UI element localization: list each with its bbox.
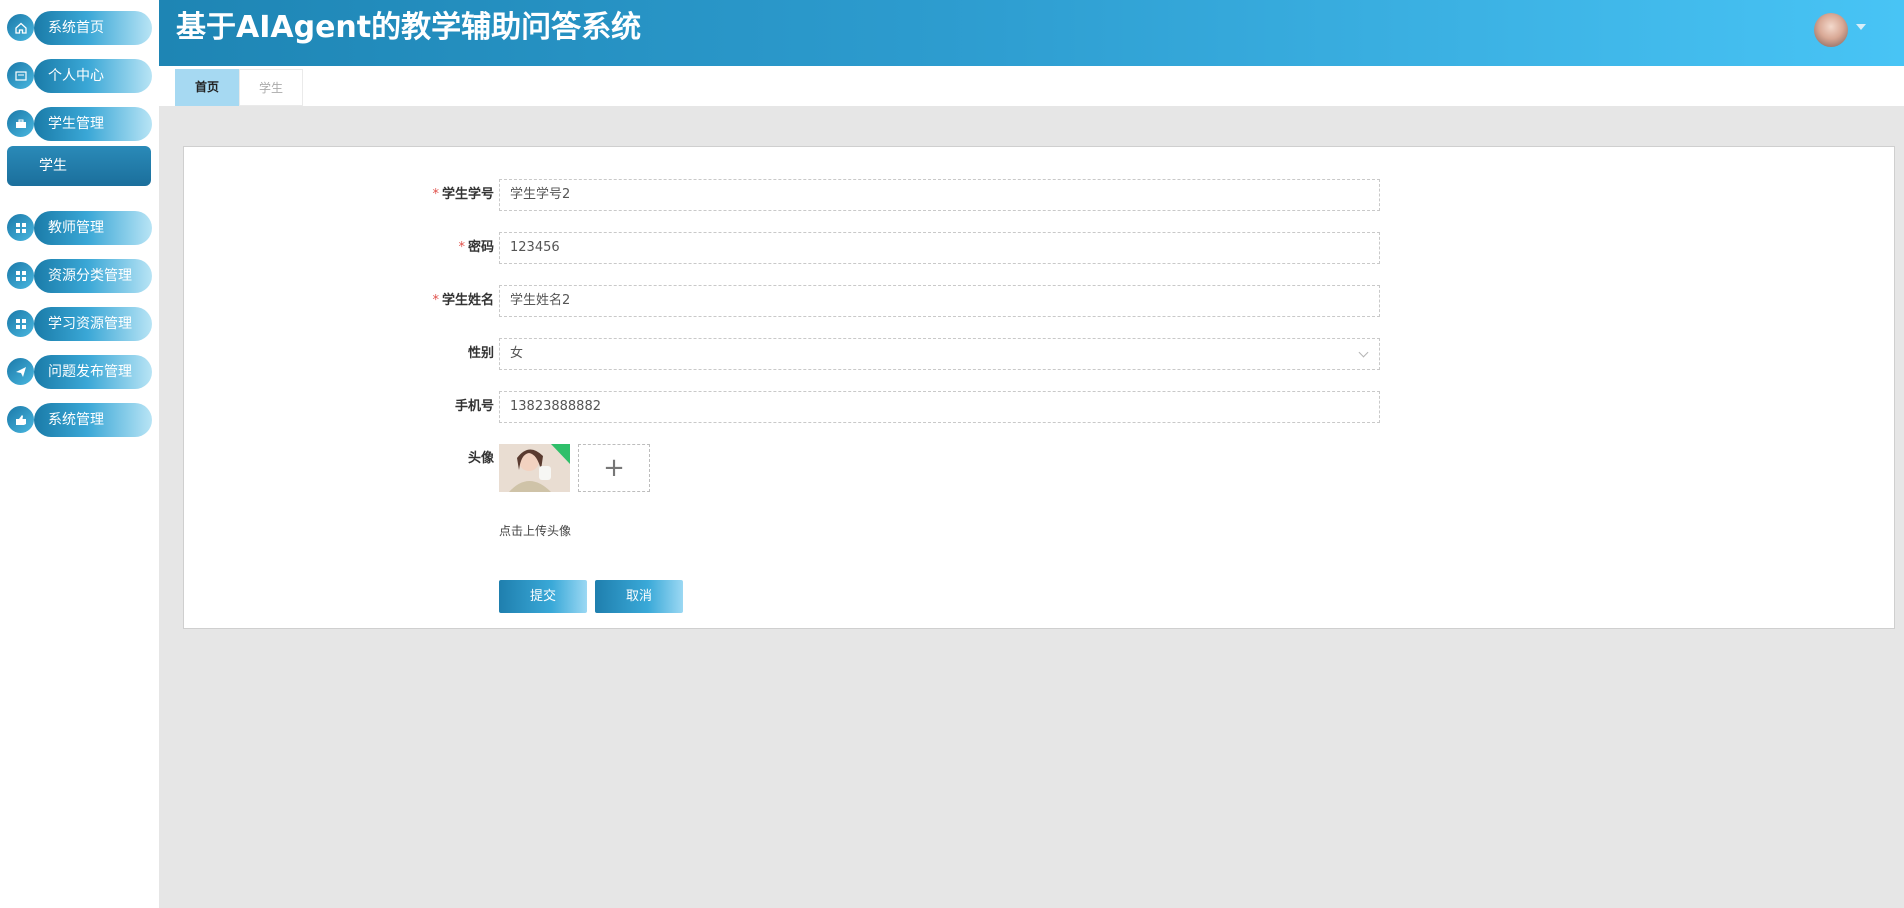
grid-icon <box>7 214 34 241</box>
password-input[interactable]: 123456 <box>499 232 1380 264</box>
student-id-input[interactable]: 学生学号2 <box>499 179 1380 211</box>
submit-button[interactable]: 提交 <box>499 580 587 613</box>
sidebar-item-label: 系统管理 <box>34 403 152 437</box>
gender-select-value: 女 <box>510 346 524 361</box>
tab-student[interactable]: 学生 <box>239 69 303 106</box>
home-icon <box>7 14 34 41</box>
user-avatar[interactable] <box>1814 13 1848 47</box>
password-label: * 密码 <box>334 238 494 258</box>
header: 基于AIAgent的教学辅助问答系统 <box>159 0 1904 66</box>
sidebar-item-teacher-management[interactable]: 教师管理 <box>7 211 152 245</box>
phone-label: 手机号 <box>454 399 494 414</box>
chevron-down-icon <box>1358 347 1369 358</box>
sidebar-item-label: 资源分类管理 <box>34 259 152 293</box>
phone-input[interactable]: 13823888882 <box>499 391 1380 423</box>
sidebar-item-home[interactable]: 系统首页 <box>7 11 152 45</box>
required-mark: * <box>458 240 465 255</box>
required-mark: * <box>432 293 439 308</box>
sidebar-item-label: 学习资源管理 <box>34 307 152 341</box>
tab-home[interactable]: 首页 <box>175 69 239 106</box>
paper-plane-icon <box>7 358 34 385</box>
required-mark: * <box>432 187 439 202</box>
sidebar-item-label: 个人中心 <box>34 59 152 93</box>
sidebar-item-label: 系统首页 <box>34 11 152 45</box>
sidebar-item-label: 教师管理 <box>34 211 152 245</box>
grid-icon <box>7 310 34 337</box>
student-form-card: * 学生学号 学生学号2 * 密码 123456 * 学生姓名 学生姓名2 性别 女 … <box>183 146 1895 629</box>
sidebar-subitem-student[interactable]: 学生 <box>7 146 151 186</box>
chevron-down-icon[interactable] <box>1856 24 1866 30</box>
gender-select[interactable]: 女 <box>499 338 1380 370</box>
sidebar-item-label: 问题发布管理 <box>34 355 152 389</box>
cancel-button[interactable]: 取消 <box>595 580 683 613</box>
id-card-icon <box>7 62 34 89</box>
briefcase-icon <box>7 110 34 137</box>
student-id-label: * 学生学号 <box>334 185 494 205</box>
sidebar-item-system-management[interactable]: 系统管理 <box>7 403 152 437</box>
tabs-bar: 首页 学生 <box>159 66 1904 106</box>
thumbs-up-icon <box>7 406 34 433</box>
label-text: 密码 <box>467 240 494 255</box>
label-text: 学生学号 <box>441 187 494 202</box>
gender-label: 性别 <box>467 346 494 361</box>
sidebar-item-profile[interactable]: 个人中心 <box>7 59 152 93</box>
avatar-upload-hint: 点击上传头像 <box>499 524 572 538</box>
avatar-upload-button[interactable]: + <box>578 444 650 492</box>
student-name-input[interactable]: 学生姓名2 <box>499 285 1380 317</box>
avatar-thumbnail[interactable] <box>499 444 570 492</box>
student-name-label: * 学生姓名 <box>334 291 494 311</box>
sidebar-item-question-publish-management[interactable]: 问题发布管理 <box>7 355 152 389</box>
sidebar-item-label: 学生管理 <box>34 107 152 141</box>
label-text: 学生姓名 <box>441 293 494 308</box>
sidebar-item-learning-resource-management[interactable]: 学习资源管理 <box>7 307 152 341</box>
sidebar-item-resource-category-management[interactable]: 资源分类管理 <box>7 259 152 293</box>
sidebar-item-student-management[interactable]: 学生管理 <box>7 107 152 141</box>
app-title: 基于AIAgent的教学辅助问答系统 <box>176 10 642 45</box>
grid-icon <box>7 262 34 289</box>
avatar-label: 头像 <box>467 451 494 466</box>
sidebar: 系统首页 个人中心 学生管理 学生 教师管理 资源分类管理 学习资源管理 问题发… <box>0 0 159 908</box>
